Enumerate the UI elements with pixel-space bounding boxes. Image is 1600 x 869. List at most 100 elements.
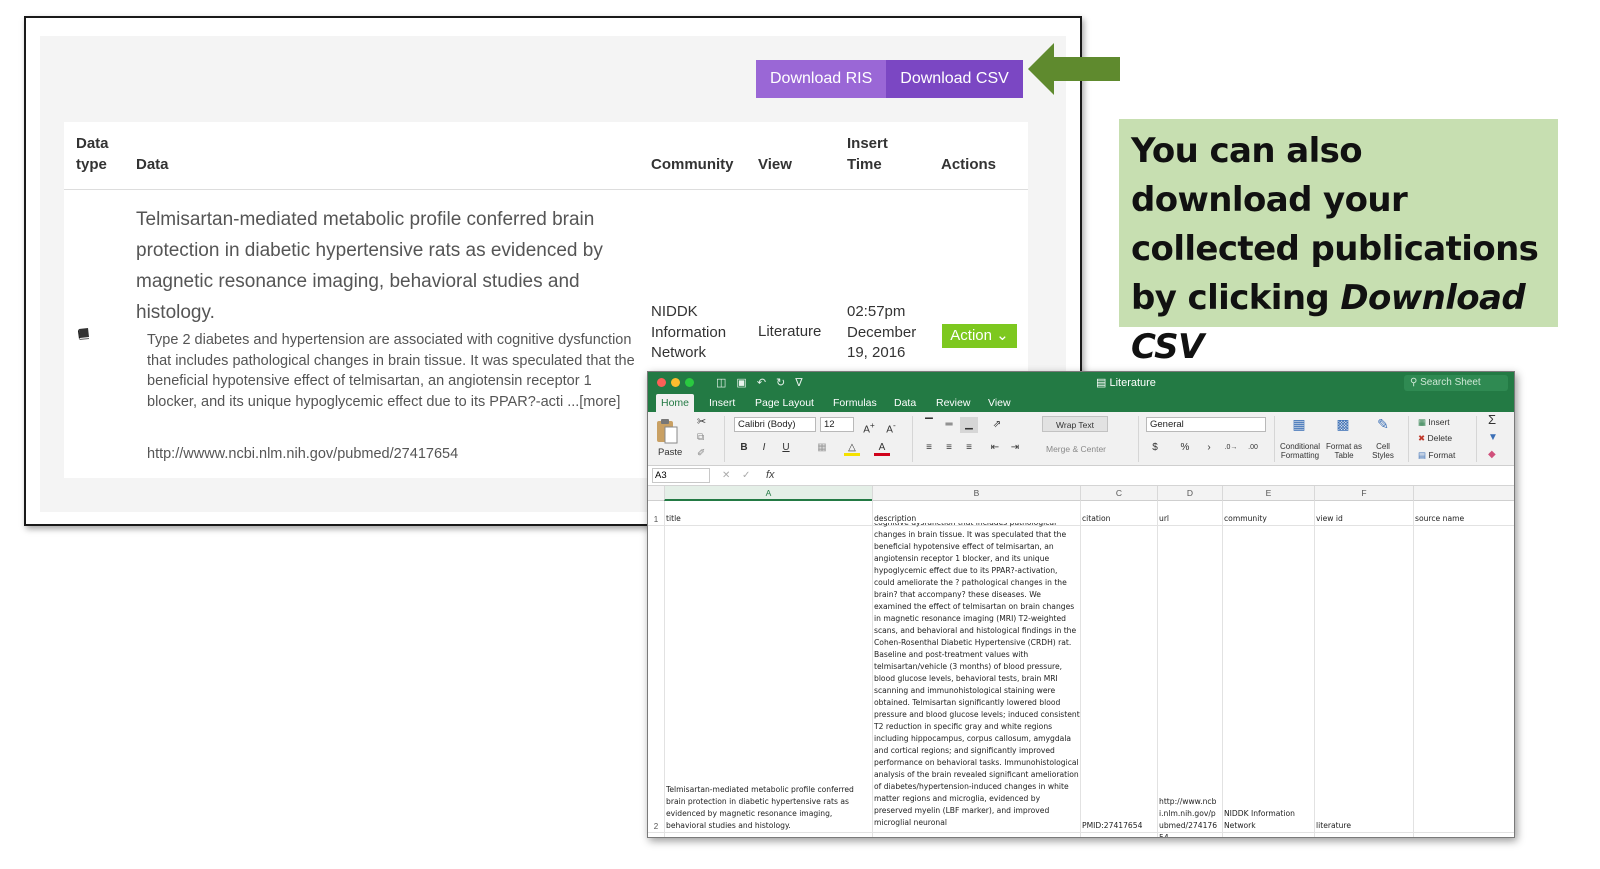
number-format-select[interactable]: General bbox=[1146, 417, 1266, 432]
quick-access-toolbar: ◫ ▣ ↶ ↻ ∇ bbox=[716, 375, 803, 391]
undo-icon[interactable]: ↶ bbox=[757, 375, 766, 391]
confirm-formula-icon[interactable]: ✓ bbox=[742, 468, 750, 483]
align-left-icon[interactable]: ≡ bbox=[920, 440, 938, 456]
header-cell-community[interactable]: community bbox=[1224, 513, 1312, 525]
cell-view-id[interactable]: literature bbox=[1316, 820, 1411, 832]
fill-color-icon[interactable]: △ bbox=[844, 440, 860, 456]
align-center-icon[interactable]: ≡ bbox=[940, 440, 958, 456]
cell-citation[interactable]: PMID:27417654 bbox=[1082, 820, 1155, 832]
tab-view[interactable]: View bbox=[983, 394, 1016, 412]
header-data[interactable]: Data bbox=[136, 154, 169, 175]
column-header-f[interactable]: F bbox=[1314, 486, 1413, 501]
ribbon-separator bbox=[1476, 416, 1477, 462]
decrease-indent-icon[interactable]: ⇤ bbox=[986, 440, 1004, 456]
bold-button[interactable]: B bbox=[736, 440, 752, 456]
save-icon[interactable]: ▣ bbox=[736, 375, 746, 391]
header-cell-source-name[interactable]: source name bbox=[1415, 513, 1514, 525]
sidebar-toggle-icon[interactable]: ◫ bbox=[716, 375, 726, 391]
conditional-formatting-icon[interactable]: ▦ bbox=[1288, 416, 1310, 438]
format-as-table-label[interactable]: Format as Table bbox=[1324, 442, 1364, 460]
close-window-button[interactable] bbox=[657, 378, 666, 387]
minimize-window-button[interactable] bbox=[671, 378, 680, 387]
align-bottom-icon[interactable]: ▁ bbox=[960, 417, 978, 433]
align-middle-icon[interactable]: ═ bbox=[940, 417, 958, 433]
delete-cells-button[interactable]: ✖ Delete bbox=[1418, 432, 1452, 444]
header-view[interactable]: View bbox=[758, 154, 792, 175]
font-name-select[interactable]: Calibri (Body) bbox=[734, 417, 816, 432]
tab-home[interactable]: Home bbox=[656, 394, 695, 412]
copy-icon[interactable]: ⧉ bbox=[697, 432, 704, 444]
cell-title[interactable]: Telmisartan-mediated metabolic profile c… bbox=[666, 784, 870, 832]
underline-button[interactable]: U bbox=[778, 440, 794, 456]
column-header-g[interactable] bbox=[1413, 486, 1514, 501]
insert-function-button[interactable]: fx bbox=[766, 468, 775, 483]
increase-indent-icon[interactable]: ⇥ bbox=[1006, 440, 1024, 456]
comma-format-icon[interactable]: › bbox=[1202, 440, 1216, 456]
header-cell-citation[interactable]: citation bbox=[1082, 513, 1155, 525]
cell-styles-icon[interactable]: ✎ bbox=[1372, 416, 1394, 438]
decrease-font-size-button[interactable]: A- bbox=[882, 417, 900, 435]
more-link[interactable]: [more] bbox=[579, 394, 620, 410]
header-cell-title[interactable]: title bbox=[666, 513, 870, 525]
customize-toolbar-icon[interactable]: ∇ bbox=[795, 375, 802, 391]
zoom-window-button[interactable] bbox=[685, 378, 694, 387]
download-button-group: Download RIS Download CSV bbox=[756, 60, 1023, 98]
column-header-c[interactable]: C bbox=[1080, 486, 1157, 501]
font-size-select[interactable]: 12 bbox=[820, 417, 854, 432]
cell-description[interactable]: Type 2 diabetes and hypertension are ass… bbox=[874, 523, 1080, 829]
increase-decimal-icon[interactable]: .0→ bbox=[1222, 440, 1240, 456]
currency-format-icon[interactable]: $ bbox=[1148, 440, 1162, 456]
format-cells-button[interactable]: ▤ Format bbox=[1418, 449, 1455, 461]
increase-font-size-button[interactable]: A+ bbox=[860, 417, 878, 435]
column-header-d[interactable]: D bbox=[1157, 486, 1222, 501]
header-cell-url[interactable]: url bbox=[1159, 513, 1220, 525]
cut-icon[interactable]: ✂ bbox=[697, 416, 706, 428]
conditional-formatting-label[interactable]: Conditional Formatting bbox=[1278, 442, 1322, 460]
tab-insert[interactable]: Insert bbox=[704, 394, 740, 412]
cell-url[interactable]: http://www.ncbi.nlm.nih.gov/pubmed/27417… bbox=[1159, 796, 1220, 837]
cell-community[interactable]: NIDDK Information Network bbox=[1224, 808, 1304, 832]
header-insert-time[interactable]: Insert Time bbox=[847, 133, 907, 175]
wrap-text-button[interactable]: Wrap Text bbox=[1042, 416, 1108, 432]
download-ris-button[interactable]: Download RIS bbox=[756, 60, 887, 98]
action-dropdown-button[interactable]: Action ⌄ bbox=[942, 324, 1017, 348]
clear-icon[interactable]: ◆ bbox=[1488, 449, 1496, 461]
fill-icon[interactable]: ▼ bbox=[1488, 432, 1498, 444]
cell-styles-label[interactable]: Cell Styles bbox=[1366, 442, 1400, 460]
tab-data[interactable]: Data bbox=[889, 394, 921, 412]
tab-page-layout[interactable]: Page Layout bbox=[750, 394, 819, 412]
row-header-2[interactable]: 2 bbox=[648, 822, 664, 831]
download-csv-button[interactable]: Download CSV bbox=[886, 60, 1023, 98]
arrow-left-icon bbox=[1028, 43, 1120, 95]
format-painter-icon[interactable]: ✐ bbox=[697, 448, 705, 460]
align-top-icon[interactable]: ▔ bbox=[920, 417, 938, 433]
header-cell-view-id[interactable]: view id bbox=[1316, 513, 1411, 525]
tab-formulas[interactable]: Formulas bbox=[828, 394, 882, 412]
column-header-b[interactable]: B bbox=[872, 486, 1080, 501]
column-header-a[interactable]: A bbox=[664, 486, 872, 501]
decrease-decimal-icon[interactable]: .00 bbox=[1244, 440, 1262, 456]
font-color-button[interactable]: A bbox=[874, 440, 890, 456]
italic-button[interactable]: I bbox=[756, 440, 772, 456]
header-data-type[interactable]: Data type bbox=[76, 133, 126, 175]
publication-url[interactable]: http://wwww.ncbi.nlm.nih.gov/pubmed/2741… bbox=[147, 446, 458, 462]
publication-title[interactable]: Telmisartan-mediated metabolic profile c… bbox=[136, 204, 626, 328]
autosum-icon[interactable]: Σ bbox=[1488, 413, 1496, 426]
borders-icon[interactable]: ▦ bbox=[812, 440, 832, 456]
tab-review[interactable]: Review bbox=[931, 394, 975, 412]
paste-icon[interactable] bbox=[656, 418, 678, 444]
table-header: Data type Data Community View Insert Tim… bbox=[64, 122, 1028, 190]
align-right-icon[interactable]: ≡ bbox=[960, 440, 978, 456]
format-as-table-icon[interactable]: ▩ bbox=[1332, 416, 1354, 438]
orientation-icon[interactable]: ⇗ bbox=[986, 417, 1008, 433]
column-header-e[interactable]: E bbox=[1222, 486, 1314, 501]
name-box[interactable]: A3 bbox=[652, 468, 710, 483]
search-sheet-input[interactable]: ⚲ Search Sheet bbox=[1404, 375, 1508, 391]
header-community[interactable]: Community bbox=[651, 154, 734, 175]
redo-icon[interactable]: ↻ bbox=[776, 375, 785, 391]
merge-center-button[interactable]: Merge & Center bbox=[1046, 443, 1106, 455]
row-header-1[interactable]: 1 bbox=[648, 515, 664, 524]
percent-format-icon[interactable]: % bbox=[1178, 440, 1192, 456]
cancel-formula-icon[interactable]: ✕ bbox=[722, 468, 730, 483]
insert-cells-button[interactable]: ▦ Insert bbox=[1418, 416, 1450, 428]
